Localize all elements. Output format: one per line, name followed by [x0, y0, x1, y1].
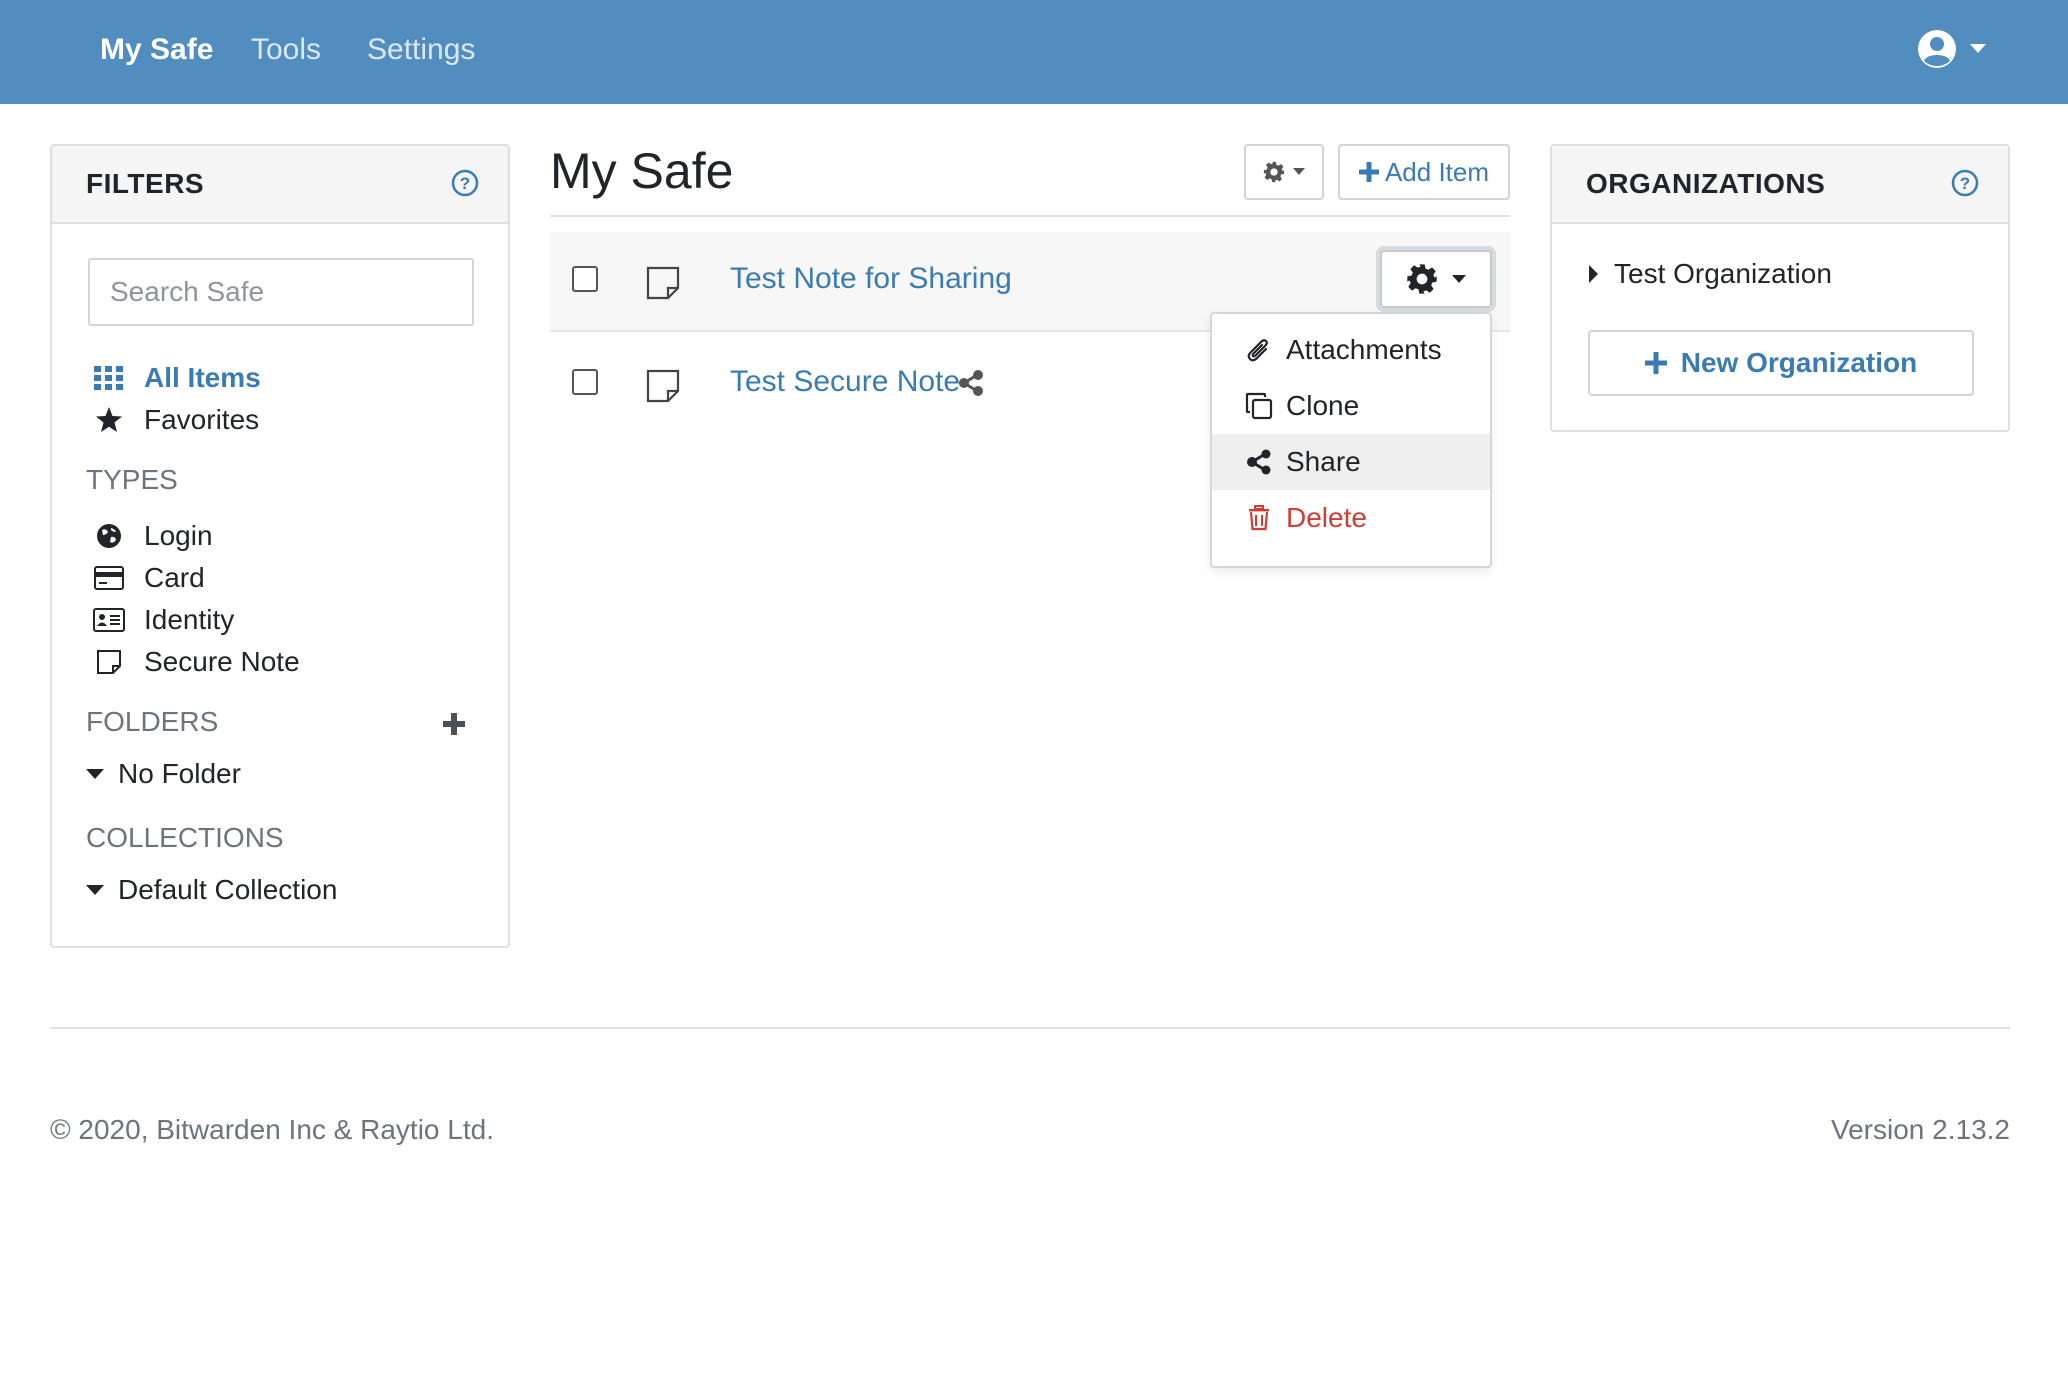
caret-down-icon: [1970, 44, 1986, 53]
nav-settings[interactable]: Settings: [367, 29, 475, 71]
plus-icon: [1644, 352, 1667, 374]
filter-type-login-label: Login: [144, 520, 213, 551]
filter-type-card[interactable]: Card: [92, 558, 205, 598]
item-name-link[interactable]: Test Note for Sharing: [730, 262, 1012, 296]
filter-type-card-label: Card: [144, 562, 205, 593]
caret-down-icon: [86, 769, 104, 779]
organizations-panel: ORGANIZATIONS ? Test Organization New Or…: [1550, 144, 2010, 432]
svg-text:?: ?: [1960, 174, 1970, 193]
add-item-button[interactable]: Add Item: [1338, 144, 1510, 200]
share-icon: [1244, 449, 1274, 475]
item-options-button[interactable]: [1380, 250, 1492, 308]
row-checkbox[interactable]: [572, 369, 598, 395]
filter-favorites[interactable]: Favorites: [92, 400, 259, 440]
menu-item-delete-label: Delete: [1286, 502, 1367, 533]
filter-type-login[interactable]: Login: [92, 516, 213, 556]
account-menu-button[interactable]: [1916, 26, 1992, 72]
filter-type-identity[interactable]: Identity: [92, 600, 234, 640]
sticky-note-icon: [92, 649, 126, 675]
menu-item-clone-label: Clone: [1286, 390, 1360, 421]
filters-panel: FILTERS ? All Items Favorites TYPES: [50, 144, 510, 948]
collection-label: Default Collection: [118, 874, 338, 905]
new-organization-button[interactable]: New Organization: [1588, 330, 1974, 396]
gear-icon: [1263, 161, 1285, 183]
search-input[interactable]: [88, 258, 474, 326]
row-checkbox[interactable]: [572, 266, 598, 292]
help-icon[interactable]: ?: [450, 168, 480, 198]
organizations-header: ORGANIZATIONS ?: [1552, 146, 2008, 224]
plus-icon: [1358, 162, 1379, 182]
menu-item-attachments[interactable]: Attachments: [1212, 322, 1490, 378]
item-options-menu: Attachments Clone Share Delete: [1210, 312, 1492, 568]
star-icon: [92, 407, 126, 433]
filter-all-items[interactable]: All Items: [92, 358, 261, 398]
shared-icon: [959, 370, 983, 396]
caret-down-icon: [86, 885, 104, 895]
nav-tools[interactable]: Tools: [251, 29, 321, 71]
menu-item-share-label: Share: [1286, 446, 1361, 477]
types-heading: TYPES: [86, 464, 178, 495]
footer-divider: [50, 1027, 2010, 1029]
filters-header: FILTERS ?: [52, 146, 508, 224]
footer-version: Version 2.13.2: [1830, 1114, 2010, 1145]
caret-down-icon: [1452, 274, 1466, 283]
gear-icon: [1407, 264, 1437, 294]
title-divider: [550, 215, 1510, 217]
menu-item-share[interactable]: Share: [1212, 434, 1490, 490]
trash-icon: [1244, 505, 1274, 531]
nav-my-safe[interactable]: My Safe: [100, 29, 213, 71]
filter-favorites-label: Favorites: [144, 404, 260, 435]
sticky-note-icon: [646, 266, 680, 300]
id-card-icon: [92, 608, 126, 632]
filter-type-secure-note-label: Secure Note: [144, 646, 300, 677]
organization-item[interactable]: Test Organization: [1588, 258, 1832, 290]
add-item-label: Add Item: [1384, 156, 1490, 187]
grid-icon: [92, 366, 126, 390]
filters-title: FILTERS: [86, 168, 205, 199]
filter-all-items-label: All Items: [144, 362, 261, 393]
clone-icon: [1244, 392, 1274, 420]
footer-copyright: © 2020, Bitwarden Inc & Raytio Ltd.: [50, 1114, 494, 1145]
page-title: My Safe: [550, 143, 734, 199]
organizations-title: ORGANIZATIONS: [1586, 168, 1826, 199]
bulk-actions-button[interactable]: [1244, 144, 1324, 200]
svg-text:?: ?: [460, 174, 470, 193]
menu-item-attachments-label: Attachments: [1286, 334, 1442, 365]
collection-item-default[interactable]: Default Collection: [86, 874, 337, 906]
filter-type-identity-label: Identity: [144, 604, 235, 635]
user-circle-icon: [1918, 30, 1956, 68]
sticky-note-icon: [646, 369, 680, 403]
folder-label: No Folder: [118, 758, 241, 789]
menu-item-delete[interactable]: Delete: [1212, 490, 1490, 546]
item-name-link[interactable]: Test Secure Note: [730, 365, 960, 399]
globe-icon: [92, 523, 126, 549]
caret-right-icon: [1589, 265, 1598, 283]
add-folder-icon[interactable]: [442, 712, 466, 736]
filter-type-secure-note[interactable]: Secure Note: [92, 642, 300, 682]
menu-item-clone[interactable]: Clone: [1212, 378, 1490, 434]
new-organization-label: New Organization: [1680, 347, 1918, 378]
folder-item-no-folder[interactable]: No Folder: [86, 758, 241, 790]
organization-label: Test Organization: [1614, 258, 1832, 289]
credit-card-icon: [92, 566, 126, 590]
top-navbar: My Safe Tools Settings: [0, 0, 2068, 104]
paperclip-icon: [1244, 337, 1274, 363]
caret-down-icon: [1293, 168, 1305, 175]
collections-heading: COLLECTIONS: [86, 822, 284, 853]
folders-heading: FOLDERS: [86, 706, 219, 737]
help-icon[interactable]: ?: [1950, 168, 1980, 198]
